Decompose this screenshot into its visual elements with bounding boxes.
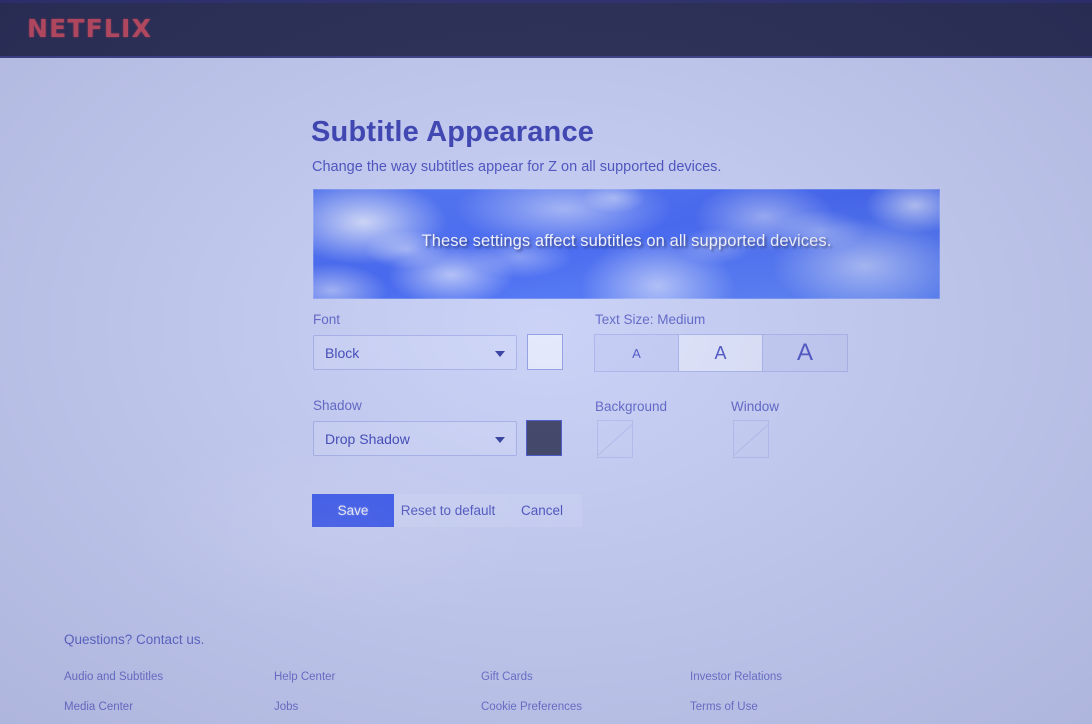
footer-link[interactable]: Help Center [274,671,335,683]
reset-to-default-button[interactable]: Reset to default [394,494,502,527]
footer-link[interactable]: Terms of Use [690,701,782,713]
footer-column: Help Center Jobs [274,671,335,724]
chevron-down-icon [495,437,505,443]
text-size-medium-button[interactable]: A [679,335,763,371]
shadow-color-swatch[interactable] [526,420,562,456]
footer-column: Audio and Subtitles Media Center [64,671,163,724]
form-actions: Save Reset to default Cancel [312,494,582,527]
page-description: Change the way subtitles appear for Z on… [312,159,722,175]
text-size-large-button[interactable]: A [763,335,847,371]
footer-column: Gift Cards Cookie Preferences [481,671,582,724]
site-header: NETFLIX [0,0,1092,56]
font-color-swatch[interactable] [527,334,563,370]
footer-link[interactable]: Audio and Subtitles [64,671,163,683]
preview-subtitle-text: These settings affect subtitles on all s… [421,232,832,250]
save-button[interactable]: Save [312,494,394,527]
background-label: Background [595,399,668,414]
shadow-select[interactable]: Drop Shadow [313,421,517,456]
font-select[interactable]: Block [313,335,517,370]
text-size-small-button[interactable]: A [595,335,679,371]
font-select-value: Block [325,345,360,361]
text-size-button-group: A A A [594,334,848,372]
footer-link[interactable]: Media Center [64,701,163,713]
footer-link[interactable]: Investor Relations [690,671,782,683]
window-color-swatch[interactable] [733,420,769,458]
netflix-logo[interactable]: NETFLIX [27,14,152,43]
shadow-select-value: Drop Shadow [325,431,410,447]
text-size-label: Text Size: Medium [595,312,706,327]
footer-link[interactable]: Jobs [274,701,335,713]
page-title: Subtitle Appearance [311,116,595,149]
font-label: Font [313,312,341,327]
contact-us-link[interactable]: Questions? Contact us. [64,632,204,647]
shadow-label: Shadow [313,398,362,413]
footer-link[interactable]: Gift Cards [481,671,582,683]
background-color-swatch[interactable] [597,420,633,458]
cancel-button[interactable]: Cancel [502,494,582,527]
netflix-subtitle-appearance-screen: NETFLIX Subtitle Appearance Change the w… [0,0,1092,724]
window-label: Window [731,399,780,414]
page-content: Subtitle Appearance Change the way subti… [0,56,1092,724]
subtitle-preview-banner: These settings affect subtitles on all s… [313,189,940,299]
footer-link[interactable]: Cookie Preferences [481,701,582,713]
chevron-down-icon [495,351,505,357]
footer-column: Investor Relations Terms of Use [690,671,782,724]
